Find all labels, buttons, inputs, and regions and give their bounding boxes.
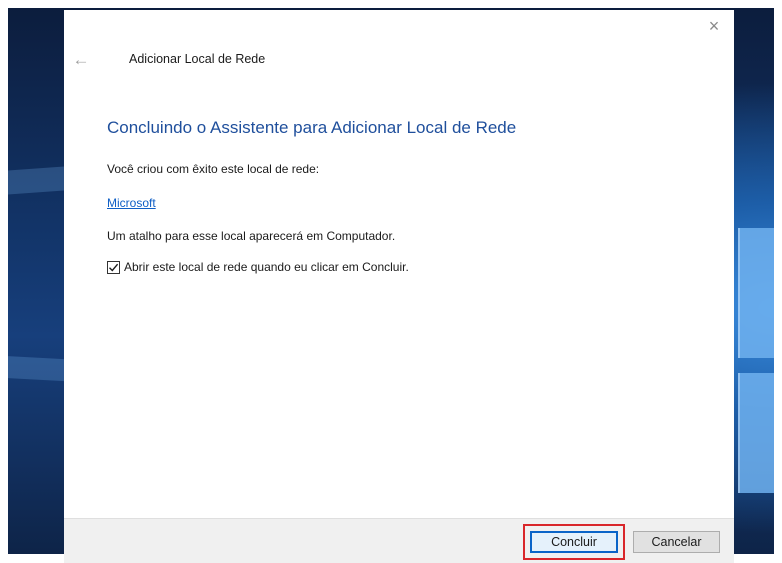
created-text: Você criou com êxito este local de rede: (107, 162, 320, 176)
cancel-button[interactable]: Cancelar (633, 531, 720, 553)
close-icon[interactable]: × (704, 16, 724, 36)
open-location-checkbox[interactable] (107, 260, 120, 274)
open-location-checkbox-row[interactable]: Abrir este local de rede quando eu clica… (107, 260, 409, 274)
checkmark-icon (109, 263, 119, 272)
wizard-footer: Concluir Cancelar (64, 518, 734, 563)
finish-button[interactable]: Concluir (530, 531, 618, 553)
add-network-location-wizard: × ← Adicionar Local de Rede Concluindo o… (64, 10, 734, 563)
window-logo-pane (738, 228, 774, 358)
page-heading: Concluindo o Assistente para Adicionar L… (107, 118, 517, 137)
network-location-link[interactable]: Microsoft (107, 196, 156, 210)
open-location-checkbox-label: Abrir este local de rede quando eu clica… (124, 260, 409, 274)
window-title: Adicionar Local de Rede (129, 52, 266, 66)
shortcut-text: Um atalho para esse local aparecerá em C… (107, 229, 396, 243)
back-arrow-icon[interactable]: ← (71, 51, 91, 69)
window-logo-pane (738, 373, 774, 493)
